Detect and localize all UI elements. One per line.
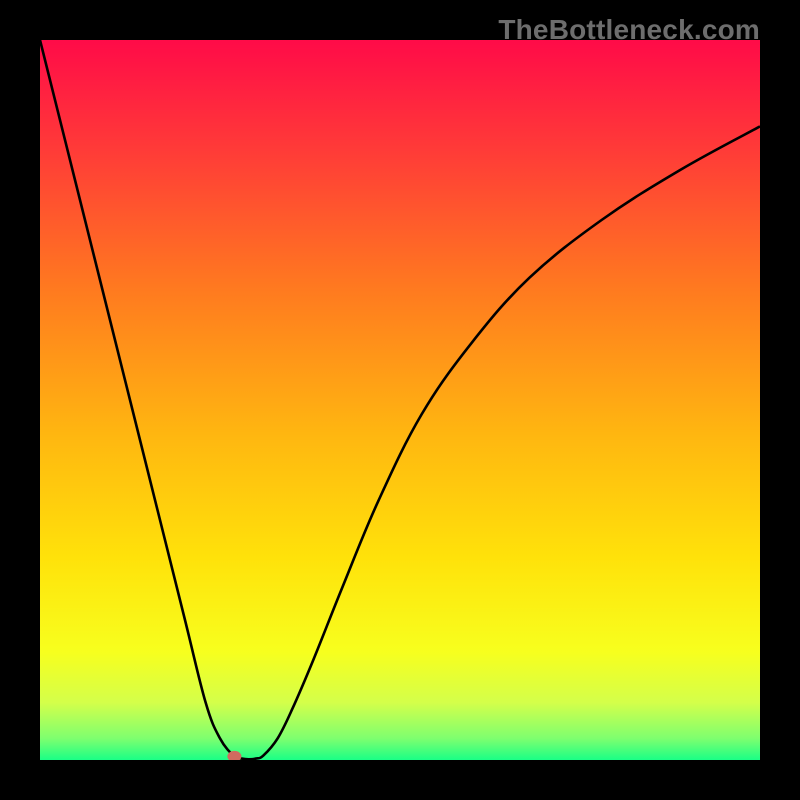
bottleneck-curve [40, 40, 760, 759]
chart-frame: TheBottleneck.com [0, 0, 800, 800]
plot-area [40, 40, 760, 760]
curve-layer [40, 40, 760, 760]
watermark-text: TheBottleneck.com [498, 14, 760, 46]
